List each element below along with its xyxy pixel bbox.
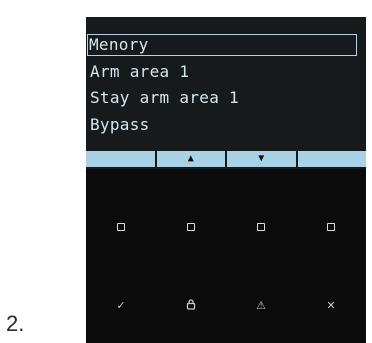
function-key-1[interactable] xyxy=(86,223,156,231)
lcd-screen: Menory Arm area 1 Stay arm area 1 Bypass… xyxy=(86,17,366,169)
softkey-down[interactable]: ▼ xyxy=(227,151,296,167)
lock-button[interactable] xyxy=(156,298,226,312)
check-icon: ✓ xyxy=(116,298,126,312)
alarm-button[interactable]: ⚠ xyxy=(226,300,296,311)
arrow-up-icon: ▲ xyxy=(187,153,194,164)
cancel-button[interactable]: ✕ xyxy=(296,300,366,311)
lock-icon xyxy=(186,298,196,312)
square-button-icon xyxy=(257,223,265,231)
confirm-button[interactable]: ✓ xyxy=(86,300,156,311)
step-number: 2. xyxy=(6,311,25,336)
function-key-2[interactable] xyxy=(156,223,226,231)
function-key-3[interactable] xyxy=(226,223,296,231)
softkey-up[interactable]: ▲ xyxy=(156,151,225,167)
menu-item-memory[interactable]: Menory xyxy=(87,34,357,56)
close-icon: ✕ xyxy=(326,298,336,312)
square-button-icon xyxy=(327,223,335,231)
softkey-1[interactable] xyxy=(86,151,155,167)
keypad-device: Menory Arm area 1 Stay arm area 1 Bypass… xyxy=(86,17,366,343)
softkey-4[interactable] xyxy=(297,151,366,167)
square-button-icon xyxy=(187,223,195,231)
softkey-bar: ▲ ▼ xyxy=(86,151,366,169)
menu-item-bypass[interactable]: Bypass xyxy=(90,115,150,135)
square-button-icon xyxy=(117,223,125,231)
menu-item-stay-arm-area-1[interactable]: Stay arm area 1 xyxy=(90,88,239,108)
menu-item-arm-area-1[interactable]: Arm area 1 xyxy=(90,62,189,82)
action-key-row: ✓ ⚠ ✕ xyxy=(86,297,366,313)
function-key-4[interactable] xyxy=(296,223,366,231)
warning-icon: ⚠ xyxy=(256,298,266,312)
function-key-row xyxy=(86,219,366,235)
arrow-down-icon: ▼ xyxy=(258,153,265,164)
